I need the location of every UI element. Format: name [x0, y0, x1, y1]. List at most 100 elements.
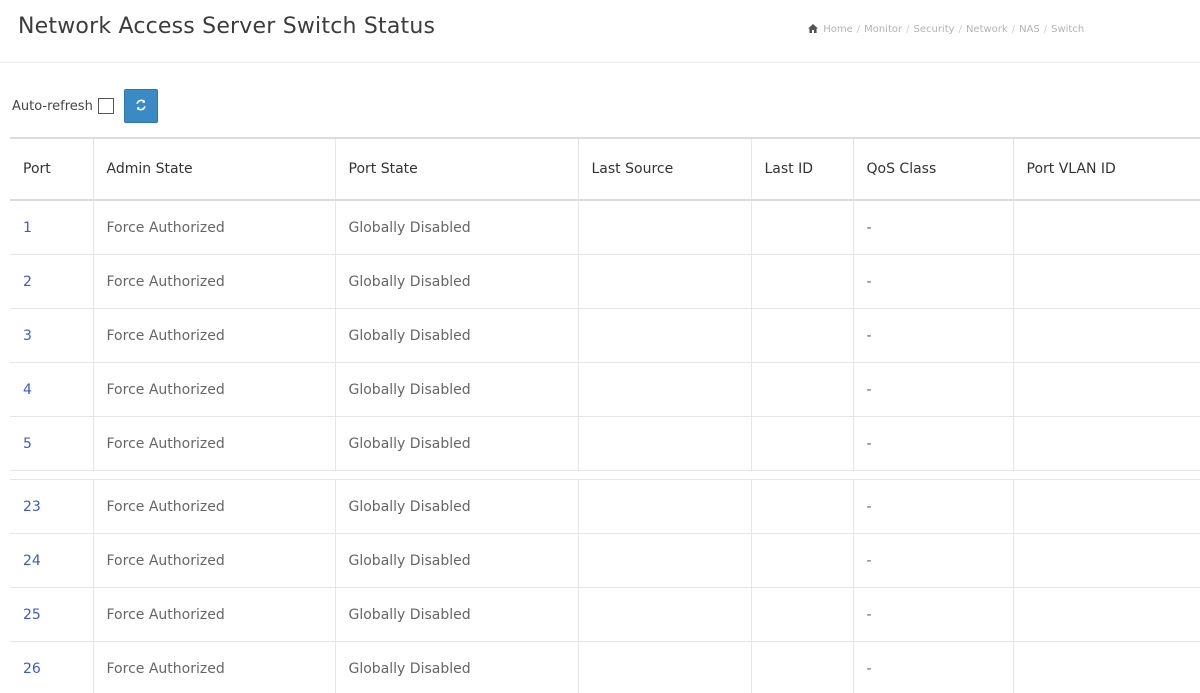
admin-state-cell: Force Authorized: [93, 641, 336, 693]
port-cell: 4: [10, 362, 94, 417]
column-header-port: Port: [10, 139, 94, 201]
table-row: 24 Force Authorized Globally Disabled -: [10, 533, 1200, 588]
page-title: Network Access Server Switch Status: [18, 14, 436, 39]
table-row: 23 Force Authorized Globally Disabled -: [10, 479, 1200, 534]
column-header-port-vlan-id: Port VLAN ID: [1013, 139, 1200, 201]
refresh-button[interactable]: [123, 89, 158, 123]
last-source-cell: [578, 416, 752, 471]
table-row: 4 Force Authorized Globally Disabled -: [10, 362, 1200, 417]
port-state-cell: Globally Disabled: [335, 479, 579, 534]
table-row: 3 Force Authorized Globally Disabled -: [10, 308, 1200, 363]
admin-state-cell: Force Authorized: [93, 308, 336, 363]
qos-class-cell: -: [853, 587, 1014, 642]
port-vlan-id-cell: [1013, 533, 1200, 588]
port-state-cell: Globally Disabled: [335, 641, 579, 693]
admin-state-cell: Force Authorized: [93, 479, 336, 534]
port-link[interactable]: 26: [23, 661, 41, 677]
last-id-cell: [751, 308, 854, 363]
table-header-row: Port Admin State Port State Last Source …: [10, 139, 1200, 201]
port-state-cell: Globally Disabled: [335, 533, 579, 588]
qos-class-cell: -: [853, 254, 1014, 309]
port-cell: 5: [10, 416, 94, 471]
port-cell: 23: [10, 479, 94, 534]
breadcrumb-item-monitor[interactable]: Monitor: [864, 24, 902, 35]
last-id-cell: [751, 641, 854, 693]
qos-class-cell: -: [853, 479, 1014, 534]
port-vlan-id-cell: [1013, 308, 1200, 363]
breadcrumb-separator: /: [1011, 24, 1016, 35]
port-link[interactable]: 5: [23, 436, 32, 452]
last-source-cell: [578, 533, 752, 588]
last-id-cell: [751, 587, 854, 642]
breadcrumb: Home / Monitor / Security / Network / NAS / Switch: [808, 24, 1200, 40]
port-vlan-id-cell: [1013, 641, 1200, 693]
breadcrumb-separator: /: [958, 24, 962, 35]
admin-state-cell: Force Authorized: [93, 362, 336, 417]
port-vlan-id-cell: [1013, 416, 1200, 471]
column-header-last-source: Last Source: [578, 139, 752, 201]
qos-class-cell: -: [853, 641, 1014, 693]
port-state-cell: Globally Disabled: [335, 587, 579, 642]
admin-state-cell: Force Authorized: [93, 416, 336, 471]
port-vlan-id-cell: [1013, 587, 1200, 642]
breadcrumb-separator: /: [856, 24, 861, 35]
admin-state-cell: Force Authorized: [93, 533, 336, 588]
breadcrumb-separator: /: [1043, 24, 1048, 35]
table-row: 1 Force Authorized Globally Disabled -: [10, 200, 1200, 255]
port-link[interactable]: 23: [23, 499, 41, 515]
auto-refresh-label: Auto-refresh: [12, 98, 93, 114]
column-header-port-state: Port State: [335, 139, 579, 201]
breadcrumb-item-network[interactable]: Network: [966, 24, 1008, 35]
port-link[interactable]: 4: [23, 382, 32, 398]
last-source-cell: [578, 362, 752, 417]
breadcrumb-item-security[interactable]: Security: [913, 24, 954, 35]
port-link[interactable]: 1: [23, 220, 32, 236]
qos-class-cell: -: [853, 416, 1014, 471]
port-cell: 26: [10, 641, 94, 693]
table-row: 5 Force Authorized Globally Disabled -: [10, 416, 1200, 471]
port-vlan-id-cell: [1013, 362, 1200, 417]
port-vlan-id-cell: [1013, 200, 1200, 255]
admin-state-cell: Force Authorized: [93, 200, 336, 255]
last-source-cell: [578, 254, 752, 309]
port-cell: 3: [10, 308, 94, 363]
last-id-cell: [751, 416, 854, 471]
port-vlan-id-cell: [1013, 254, 1200, 309]
port-state-cell: Globally Disabled: [335, 200, 579, 255]
last-source-cell: [578, 587, 752, 642]
qos-class-cell: -: [853, 200, 1014, 255]
nas-status-table: Port Admin State Port State Last Source …: [10, 137, 1200, 693]
last-id-cell: [751, 200, 854, 255]
last-id-cell: [751, 533, 854, 588]
table-gap-row: [10, 470, 1200, 480]
last-source-cell: [578, 308, 752, 363]
column-header-qos-class: QoS Class: [853, 139, 1014, 201]
qos-class-cell: -: [853, 308, 1014, 363]
port-cell: 2: [10, 254, 94, 309]
port-cell: 1: [10, 200, 94, 255]
auto-refresh-checkbox[interactable]: [97, 98, 114, 114]
refresh-icon: [135, 99, 147, 114]
port-cell: 25: [10, 587, 94, 642]
breadcrumb-item-home[interactable]: Home: [823, 24, 853, 35]
breadcrumb-separator: /: [906, 24, 910, 35]
last-source-cell: [578, 200, 752, 255]
qos-class-cell: -: [853, 533, 1014, 588]
column-header-admin-state: Admin State: [93, 139, 336, 201]
toolbar: Auto-refresh: [12, 88, 158, 124]
port-cell: 24: [10, 533, 94, 588]
breadcrumb-item-nas[interactable]: NAS: [1019, 24, 1040, 35]
port-state-cell: Globally Disabled: [335, 416, 579, 471]
port-link[interactable]: 3: [23, 328, 32, 344]
table-row: 2 Force Authorized Globally Disabled -: [10, 254, 1200, 309]
page: Network Access Server Switch Status Home…: [0, 0, 1200, 693]
table-row: 25 Force Authorized Globally Disabled -: [10, 587, 1200, 642]
last-id-cell: [751, 362, 854, 417]
last-id-cell: [751, 479, 854, 534]
port-vlan-id-cell: [1013, 479, 1200, 534]
title-bar: Network Access Server Switch Status Home…: [0, 0, 1200, 63]
port-link[interactable]: 24: [23, 553, 41, 569]
port-link[interactable]: 2: [23, 274, 32, 290]
table-row: 26 Force Authorized Globally Disabled -: [10, 641, 1200, 693]
port-link[interactable]: 25: [23, 607, 41, 623]
